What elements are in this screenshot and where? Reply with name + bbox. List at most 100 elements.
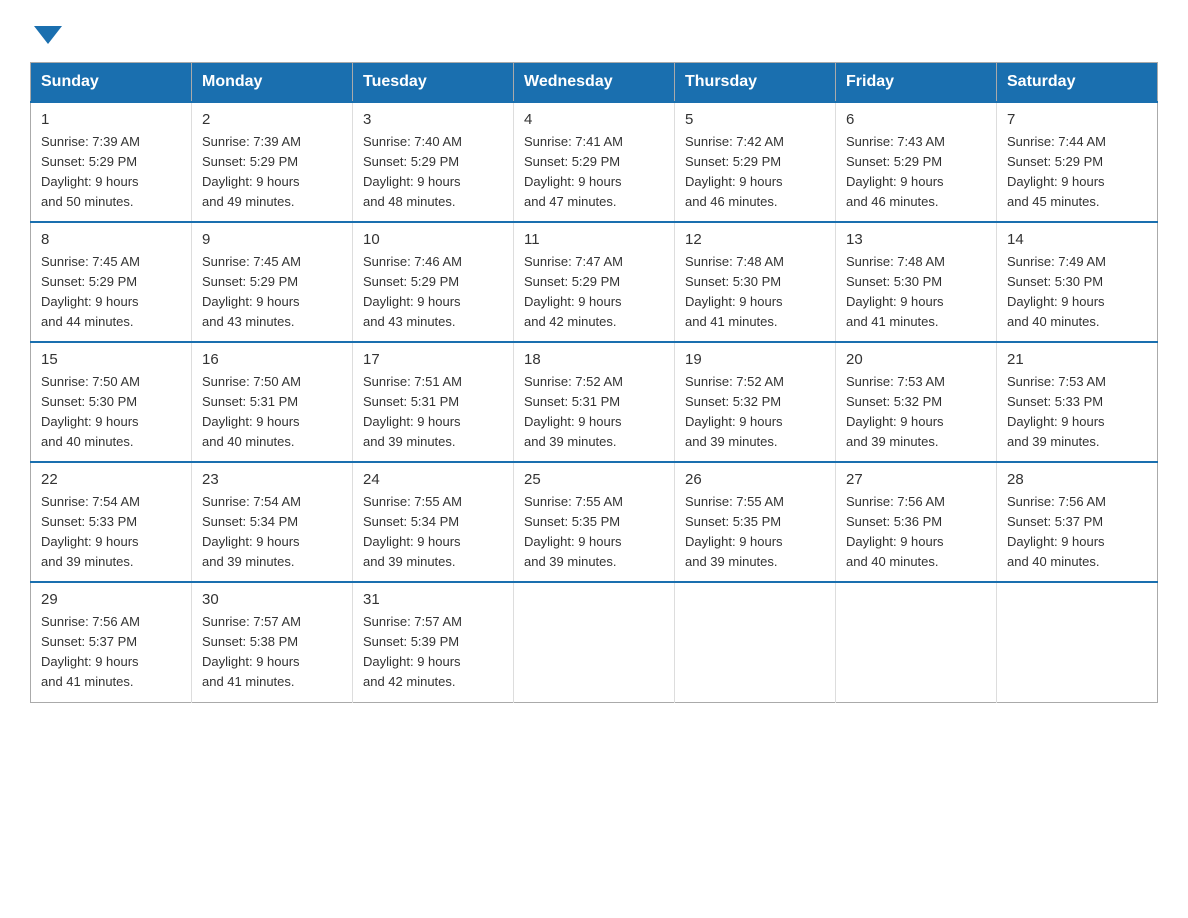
calendar-cell [997, 582, 1158, 702]
calendar-cell: 30 Sunrise: 7:57 AM Sunset: 5:38 PM Dayl… [192, 582, 353, 702]
day-info: Sunrise: 7:54 AM Sunset: 5:34 PM Dayligh… [202, 492, 342, 573]
day-info: Sunrise: 7:52 AM Sunset: 5:32 PM Dayligh… [685, 372, 825, 453]
calendar-cell: 19 Sunrise: 7:52 AM Sunset: 5:32 PM Dayl… [675, 342, 836, 462]
day-number: 19 [685, 351, 825, 368]
calendar-cell: 2 Sunrise: 7:39 AM Sunset: 5:29 PM Dayli… [192, 102, 353, 222]
calendar-cell: 16 Sunrise: 7:50 AM Sunset: 5:31 PM Dayl… [192, 342, 353, 462]
day-number: 3 [363, 111, 503, 128]
calendar-cell: 14 Sunrise: 7:49 AM Sunset: 5:30 PM Dayl… [997, 222, 1158, 342]
day-info: Sunrise: 7:41 AM Sunset: 5:29 PM Dayligh… [524, 132, 664, 213]
day-info: Sunrise: 7:55 AM Sunset: 5:35 PM Dayligh… [685, 492, 825, 573]
day-info: Sunrise: 7:46 AM Sunset: 5:29 PM Dayligh… [363, 252, 503, 333]
day-info: Sunrise: 7:43 AM Sunset: 5:29 PM Dayligh… [846, 132, 986, 213]
calendar-cell: 7 Sunrise: 7:44 AM Sunset: 5:29 PM Dayli… [997, 102, 1158, 222]
day-number: 25 [524, 471, 664, 488]
logo [30, 20, 62, 42]
calendar-cell: 8 Sunrise: 7:45 AM Sunset: 5:29 PM Dayli… [31, 222, 192, 342]
day-info: Sunrise: 7:57 AM Sunset: 5:39 PM Dayligh… [363, 612, 503, 693]
day-info: Sunrise: 7:56 AM Sunset: 5:37 PM Dayligh… [1007, 492, 1147, 573]
calendar-cell: 24 Sunrise: 7:55 AM Sunset: 5:34 PM Dayl… [353, 462, 514, 582]
header-sunday: Sunday [31, 63, 192, 103]
day-info: Sunrise: 7:55 AM Sunset: 5:34 PM Dayligh… [363, 492, 503, 573]
calendar-cell: 18 Sunrise: 7:52 AM Sunset: 5:31 PM Dayl… [514, 342, 675, 462]
day-number: 1 [41, 111, 181, 128]
day-number: 17 [363, 351, 503, 368]
calendar-cell [675, 582, 836, 702]
day-number: 5 [685, 111, 825, 128]
header-monday: Monday [192, 63, 353, 103]
calendar-cell: 12 Sunrise: 7:48 AM Sunset: 5:30 PM Dayl… [675, 222, 836, 342]
calendar-week-row: 1 Sunrise: 7:39 AM Sunset: 5:29 PM Dayli… [31, 102, 1158, 222]
day-number: 26 [685, 471, 825, 488]
header-thursday: Thursday [675, 63, 836, 103]
calendar-header-row: SundayMondayTuesdayWednesdayThursdayFrid… [31, 63, 1158, 103]
day-info: Sunrise: 7:48 AM Sunset: 5:30 PM Dayligh… [846, 252, 986, 333]
day-number: 4 [524, 111, 664, 128]
day-info: Sunrise: 7:54 AM Sunset: 5:33 PM Dayligh… [41, 492, 181, 573]
calendar-cell: 25 Sunrise: 7:55 AM Sunset: 5:35 PM Dayl… [514, 462, 675, 582]
calendar-week-row: 22 Sunrise: 7:54 AM Sunset: 5:33 PM Dayl… [31, 462, 1158, 582]
header-friday: Friday [836, 63, 997, 103]
day-info: Sunrise: 7:50 AM Sunset: 5:30 PM Dayligh… [41, 372, 181, 453]
day-info: Sunrise: 7:45 AM Sunset: 5:29 PM Dayligh… [202, 252, 342, 333]
day-info: Sunrise: 7:40 AM Sunset: 5:29 PM Dayligh… [363, 132, 503, 213]
calendar-cell: 3 Sunrise: 7:40 AM Sunset: 5:29 PM Dayli… [353, 102, 514, 222]
calendar-cell: 28 Sunrise: 7:56 AM Sunset: 5:37 PM Dayl… [997, 462, 1158, 582]
day-number: 15 [41, 351, 181, 368]
day-info: Sunrise: 7:47 AM Sunset: 5:29 PM Dayligh… [524, 252, 664, 333]
day-info: Sunrise: 7:56 AM Sunset: 5:36 PM Dayligh… [846, 492, 986, 573]
day-info: Sunrise: 7:56 AM Sunset: 5:37 PM Dayligh… [41, 612, 181, 693]
day-info: Sunrise: 7:48 AM Sunset: 5:30 PM Dayligh… [685, 252, 825, 333]
logo-arrow-icon [34, 26, 62, 44]
calendar-cell [836, 582, 997, 702]
day-number: 18 [524, 351, 664, 368]
day-number: 24 [363, 471, 503, 488]
day-number: 23 [202, 471, 342, 488]
calendar-week-row: 8 Sunrise: 7:45 AM Sunset: 5:29 PM Dayli… [31, 222, 1158, 342]
day-number: 10 [363, 231, 503, 248]
day-number: 11 [524, 231, 664, 248]
day-info: Sunrise: 7:53 AM Sunset: 5:32 PM Dayligh… [846, 372, 986, 453]
day-info: Sunrise: 7:50 AM Sunset: 5:31 PM Dayligh… [202, 372, 342, 453]
day-info: Sunrise: 7:53 AM Sunset: 5:33 PM Dayligh… [1007, 372, 1147, 453]
page-header [30, 20, 1158, 42]
calendar-cell: 5 Sunrise: 7:42 AM Sunset: 5:29 PM Dayli… [675, 102, 836, 222]
day-info: Sunrise: 7:52 AM Sunset: 5:31 PM Dayligh… [524, 372, 664, 453]
calendar-cell: 1 Sunrise: 7:39 AM Sunset: 5:29 PM Dayli… [31, 102, 192, 222]
calendar-cell: 4 Sunrise: 7:41 AM Sunset: 5:29 PM Dayli… [514, 102, 675, 222]
day-number: 29 [41, 591, 181, 608]
calendar-cell: 9 Sunrise: 7:45 AM Sunset: 5:29 PM Dayli… [192, 222, 353, 342]
calendar-week-row: 29 Sunrise: 7:56 AM Sunset: 5:37 PM Dayl… [31, 582, 1158, 702]
day-info: Sunrise: 7:39 AM Sunset: 5:29 PM Dayligh… [41, 132, 181, 213]
calendar-cell: 11 Sunrise: 7:47 AM Sunset: 5:29 PM Dayl… [514, 222, 675, 342]
calendar-cell: 27 Sunrise: 7:56 AM Sunset: 5:36 PM Dayl… [836, 462, 997, 582]
day-info: Sunrise: 7:57 AM Sunset: 5:38 PM Dayligh… [202, 612, 342, 693]
day-number: 14 [1007, 231, 1147, 248]
calendar-cell: 15 Sunrise: 7:50 AM Sunset: 5:30 PM Dayl… [31, 342, 192, 462]
header-saturday: Saturday [997, 63, 1158, 103]
day-info: Sunrise: 7:42 AM Sunset: 5:29 PM Dayligh… [685, 132, 825, 213]
calendar-cell: 31 Sunrise: 7:57 AM Sunset: 5:39 PM Dayl… [353, 582, 514, 702]
calendar-cell: 13 Sunrise: 7:48 AM Sunset: 5:30 PM Dayl… [836, 222, 997, 342]
day-number: 22 [41, 471, 181, 488]
day-info: Sunrise: 7:51 AM Sunset: 5:31 PM Dayligh… [363, 372, 503, 453]
day-info: Sunrise: 7:49 AM Sunset: 5:30 PM Dayligh… [1007, 252, 1147, 333]
calendar-cell: 22 Sunrise: 7:54 AM Sunset: 5:33 PM Dayl… [31, 462, 192, 582]
day-number: 20 [846, 351, 986, 368]
day-info: Sunrise: 7:55 AM Sunset: 5:35 PM Dayligh… [524, 492, 664, 573]
calendar-cell: 29 Sunrise: 7:56 AM Sunset: 5:37 PM Dayl… [31, 582, 192, 702]
calendar-cell [514, 582, 675, 702]
calendar-cell: 10 Sunrise: 7:46 AM Sunset: 5:29 PM Dayl… [353, 222, 514, 342]
calendar-cell: 23 Sunrise: 7:54 AM Sunset: 5:34 PM Dayl… [192, 462, 353, 582]
calendar-cell: 6 Sunrise: 7:43 AM Sunset: 5:29 PM Dayli… [836, 102, 997, 222]
day-number: 27 [846, 471, 986, 488]
day-number: 6 [846, 111, 986, 128]
day-info: Sunrise: 7:39 AM Sunset: 5:29 PM Dayligh… [202, 132, 342, 213]
calendar-cell: 17 Sunrise: 7:51 AM Sunset: 5:31 PM Dayl… [353, 342, 514, 462]
day-number: 2 [202, 111, 342, 128]
day-number: 31 [363, 591, 503, 608]
day-number: 30 [202, 591, 342, 608]
header-tuesday: Tuesday [353, 63, 514, 103]
day-number: 13 [846, 231, 986, 248]
calendar-table: SundayMondayTuesdayWednesdayThursdayFrid… [30, 62, 1158, 703]
